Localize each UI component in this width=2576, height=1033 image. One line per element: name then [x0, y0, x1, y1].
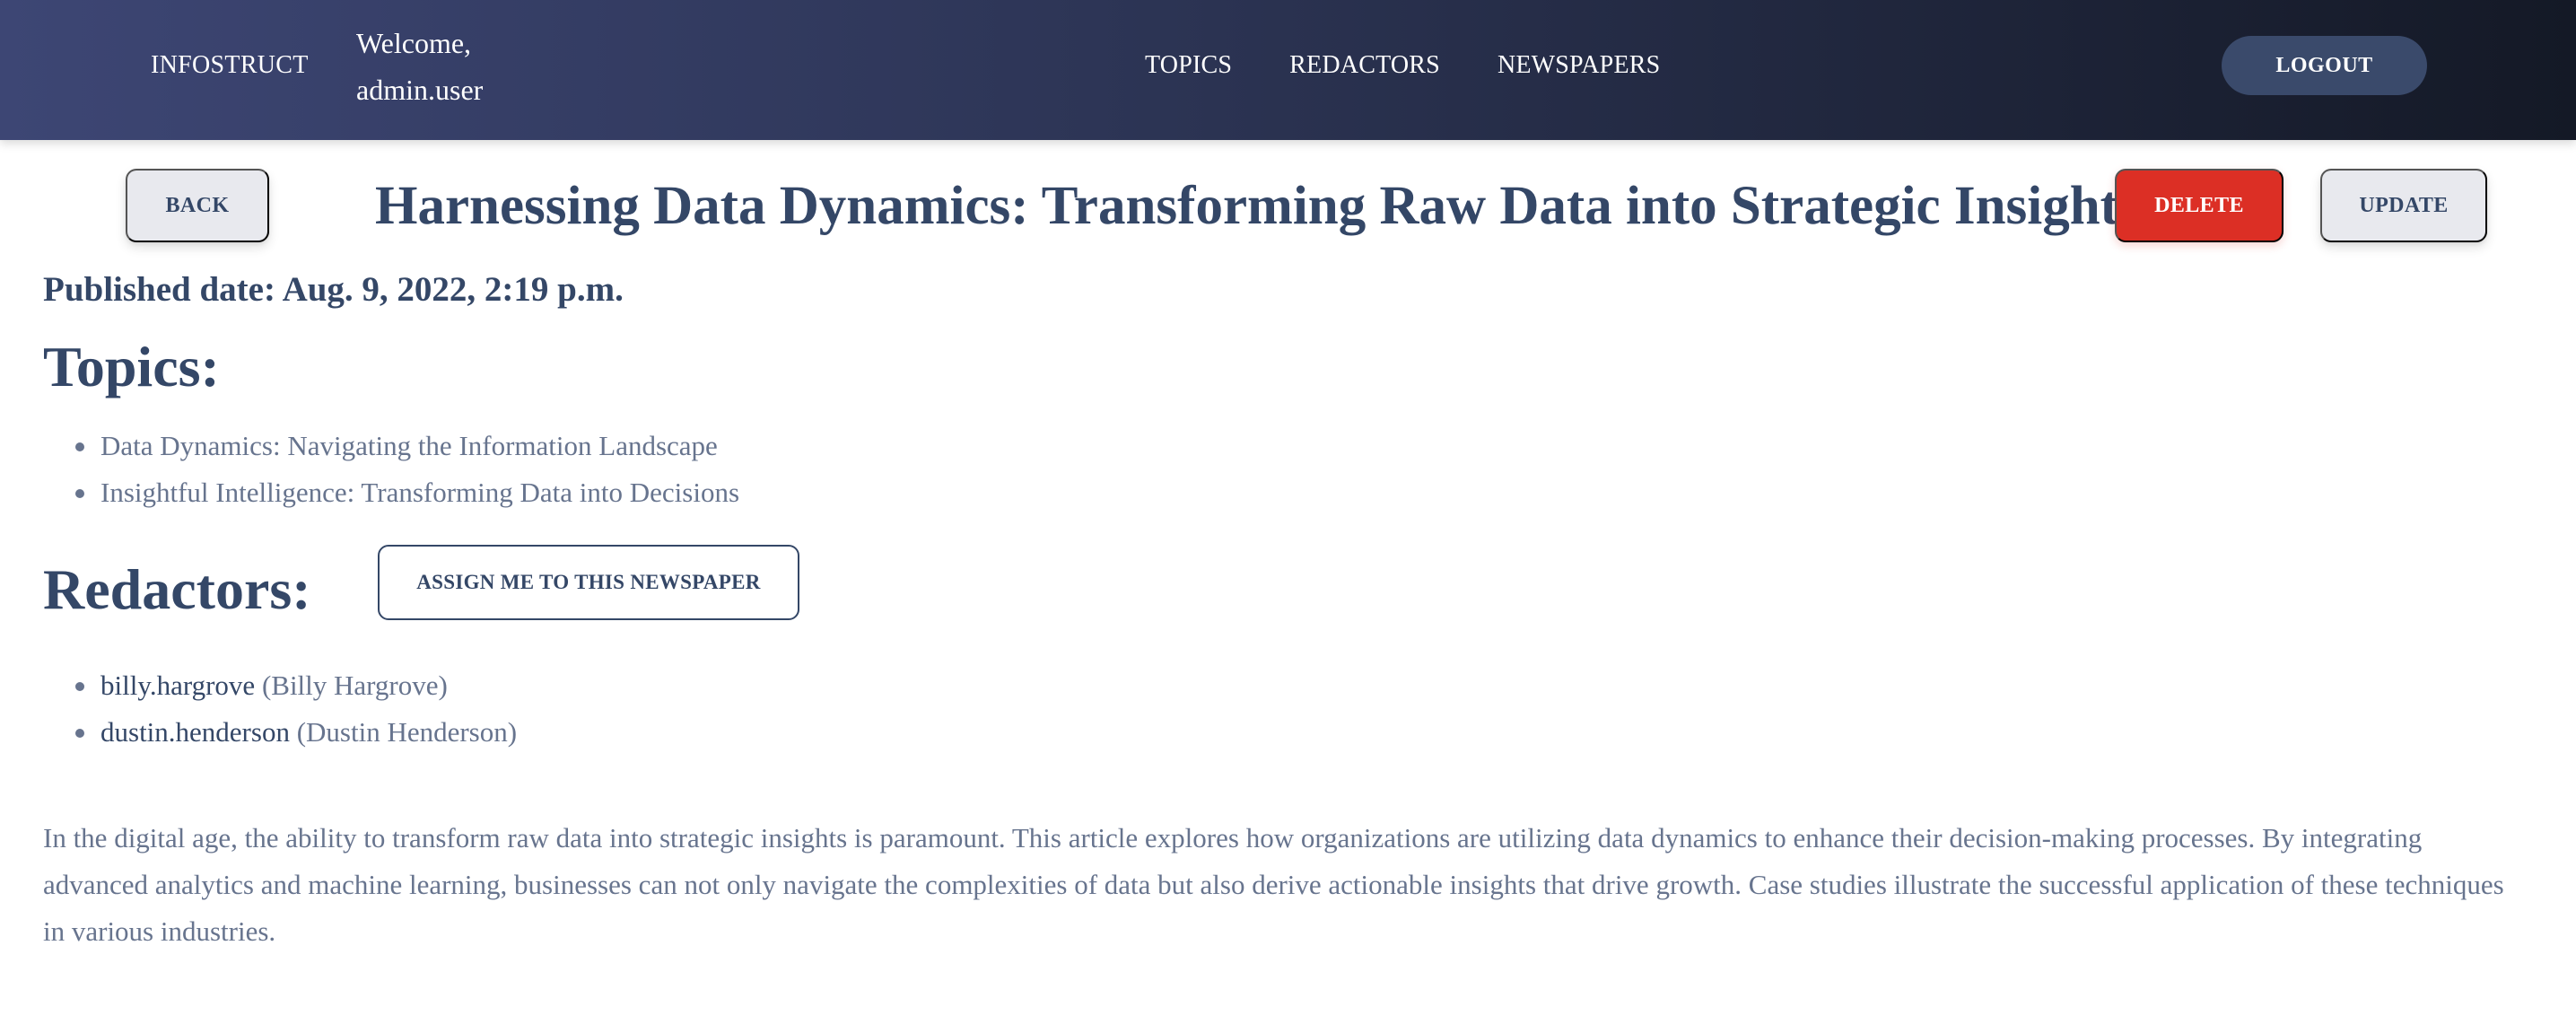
- redactors-list: billy.hargrove (Billy Hargrove) dustin.h…: [74, 662, 517, 756]
- list-item: billy.hargrove (Billy Hargrove): [74, 662, 517, 709]
- list-item: dustin.henderson (Dustin Henderson): [74, 709, 517, 756]
- published-date: Published date: Aug. 9, 2022, 2:19 p.m.: [43, 270, 624, 309]
- update-button[interactable]: UPDATE: [2320, 169, 2487, 242]
- list-item: Data Dynamics: Navigating the Informatio…: [74, 423, 739, 469]
- redactors-heading: Redactors:: [43, 557, 311, 621]
- back-button[interactable]: BACK: [126, 169, 269, 242]
- redactor-fullname: (Billy Hargrove): [255, 670, 448, 701]
- nav-links: TOPICS REDACTORS NEWSPAPERS: [1145, 0, 1717, 131]
- welcome-message: Welcome, admin.user: [356, 20, 483, 113]
- topics-list: Data Dynamics: Navigating the Informatio…: [74, 423, 739, 516]
- delete-button[interactable]: DELETE: [2115, 169, 2283, 242]
- username-label: admin.user: [356, 74, 484, 106]
- redactor-fullname: (Dustin Henderson): [289, 716, 518, 748]
- redactor-username: billy.hargrove: [100, 670, 256, 701]
- topics-heading: Topics:: [43, 335, 220, 398]
- nav-link-redactors[interactable]: REDACTORS: [1289, 51, 1440, 80]
- brand-link[interactable]: INFOSTRUCT: [151, 0, 309, 131]
- assign-me-button[interactable]: ASSIGN ME TO THIS NEWSPAPER: [378, 545, 799, 620]
- list-item: Insightful Intelligence: Transforming Da…: [74, 469, 739, 516]
- redactor-username: dustin.henderson: [100, 716, 290, 748]
- top-navbar: INFOSTRUCT Welcome, admin.user TOPICS RE…: [0, 0, 2576, 140]
- welcome-line: Welcome,: [356, 27, 472, 59]
- article-body: In the digital age, the ability to trans…: [43, 822, 2504, 947]
- page-title: Harnessing Data Dynamics: Transforming R…: [375, 176, 2140, 236]
- logout-button[interactable]: LOGOUT: [2222, 36, 2427, 95]
- nav-link-topics[interactable]: TOPICS: [1145, 51, 1232, 80]
- nav-link-newspapers[interactable]: NEWSPAPERS: [1498, 51, 1660, 80]
